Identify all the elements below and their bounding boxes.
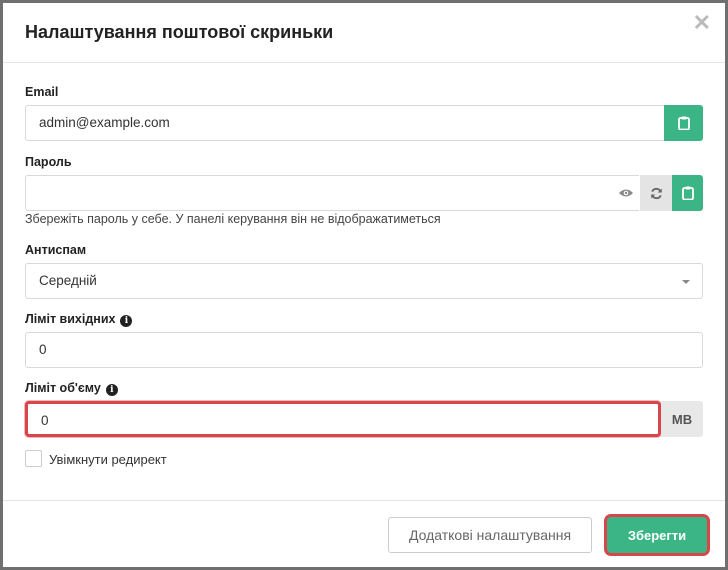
password-hint: Збережіть пароль у себе. У панелі керува…: [25, 212, 441, 226]
password-field[interactable]: [25, 175, 621, 211]
advanced-settings-button[interactable]: Додаткові налаштування: [388, 517, 592, 553]
refresh-icon: [650, 187, 662, 199]
antispam-label: Антиспам: [25, 243, 87, 257]
modal-footer: Додаткові налаштування Зберегти: [3, 500, 725, 567]
redirect-checkbox[interactable]: [25, 450, 42, 467]
outgoing-limit-field[interactable]: 0: [25, 332, 703, 368]
generate-password-button[interactable]: [640, 175, 672, 211]
close-icon[interactable]: ✕: [693, 12, 711, 34]
mailbox-settings-modal: Налаштування поштової скриньки ✕ Email a…: [3, 3, 725, 567]
antispam-selected-value: Середній: [39, 273, 97, 288]
copy-email-button[interactable]: [664, 105, 703, 141]
info-icon[interactable]: i: [105, 384, 118, 396]
clipboard-icon: [677, 116, 690, 130]
show-password-button[interactable]: [613, 175, 639, 211]
volume-limit-field[interactable]: 0: [25, 401, 661, 437]
email-label: Email: [25, 85, 59, 99]
info-icon[interactable]: i: [120, 315, 133, 327]
redirect-checkbox-label[interactable]: Увімкнути редирект: [49, 452, 167, 467]
volume-limit-label-text: Ліміт об'єму: [25, 381, 101, 395]
modal-title: Налаштування поштової скриньки: [25, 22, 334, 42]
eye-icon: [619, 189, 633, 197]
outgoing-limit-label-text: Ліміт вихідних: [25, 312, 116, 326]
clipboard-icon: [681, 186, 694, 200]
email-field[interactable]: admin@example.com: [25, 105, 665, 141]
save-button[interactable]: Зберегти: [607, 517, 707, 553]
copy-password-button[interactable]: [672, 175, 703, 211]
outgoing-limit-label: Ліміт вихідних i: [25, 312, 133, 327]
password-label: Пароль: [25, 155, 72, 169]
chevron-down-icon: [682, 280, 690, 284]
volume-limit-label: Ліміт об'єму i: [25, 381, 118, 396]
modal-header: Налаштування поштової скриньки ✕: [3, 3, 725, 63]
volume-unit-addon: MB: [661, 401, 703, 437]
antispam-select[interactable]: Середній: [25, 263, 703, 299]
